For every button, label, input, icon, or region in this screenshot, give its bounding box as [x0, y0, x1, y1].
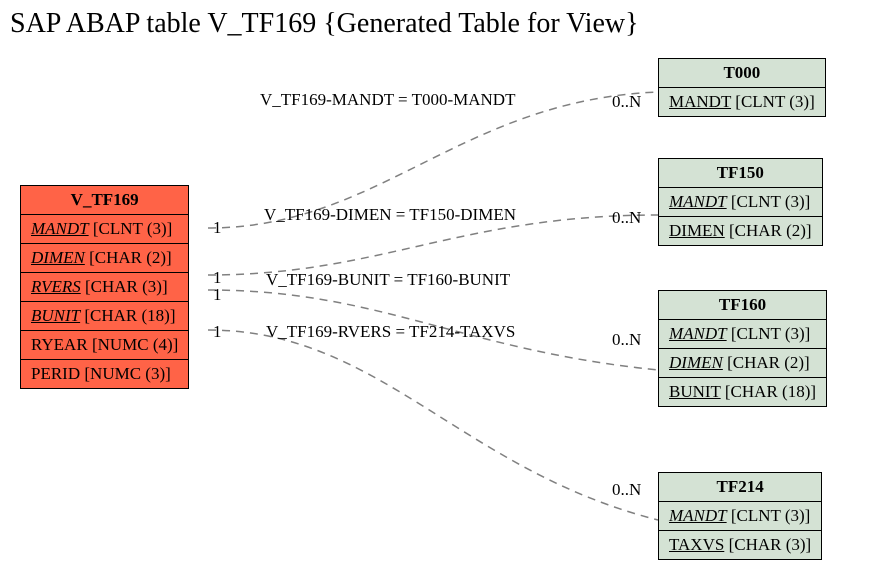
entity-tf160: TF160 MANDT [CLNT (3)] DIMEN [CHAR (2)] …	[658, 290, 827, 407]
entity-t000: T000 MANDT [CLNT (3)]	[658, 58, 826, 117]
cardinality-left: 1	[213, 285, 222, 305]
entity-header: TF150	[659, 159, 823, 188]
field: DIMEN [CHAR (2)]	[21, 244, 189, 273]
field: BUNIT [CHAR (18)]	[659, 378, 827, 407]
field: MANDT [CLNT (3)]	[659, 88, 826, 117]
entity-header: V_TF169	[21, 186, 189, 215]
relation-label: V_TF169-DIMEN = TF150-DIMEN	[264, 205, 516, 225]
field: RVERS [CHAR (3)]	[21, 273, 189, 302]
field: DIMEN [CHAR (2)]	[659, 349, 827, 378]
entity-header: TF214	[659, 473, 822, 502]
relation-label: V_TF169-BUNIT = TF160-BUNIT	[266, 270, 510, 290]
diagram-canvas: { "title": "SAP ABAP table V_TF169 {Gene…	[0, 0, 869, 583]
cardinality-right: 0..N	[612, 208, 641, 228]
entity-header: T000	[659, 59, 826, 88]
field: DIMEN [CHAR (2)]	[659, 217, 823, 246]
cardinality-left: 1	[213, 322, 222, 342]
cardinality-right: 0..N	[612, 330, 641, 350]
field: MANDT [CLNT (3)]	[21, 215, 189, 244]
field: MANDT [CLNT (3)]	[659, 320, 827, 349]
cardinality-right: 0..N	[612, 480, 641, 500]
entity-header: TF160	[659, 291, 827, 320]
relation-label: V_TF169-RVERS = TF214-TAXVS	[266, 322, 515, 342]
cardinality-right: 0..N	[612, 92, 641, 112]
field: PERID [NUMC (3)]	[21, 360, 189, 389]
page-title: SAP ABAP table V_TF169 {Generated Table …	[10, 8, 639, 40]
field: BUNIT [CHAR (18)]	[21, 302, 189, 331]
entity-v-tf169: V_TF169 MANDT [CLNT (3)] DIMEN [CHAR (2)…	[20, 185, 189, 389]
entity-tf214: TF214 MANDT [CLNT (3)] TAXVS [CHAR (3)]	[658, 472, 822, 560]
field: TAXVS [CHAR (3)]	[659, 531, 822, 560]
cardinality-left: 1	[213, 218, 222, 238]
field: MANDT [CLNT (3)]	[659, 502, 822, 531]
relation-label: V_TF169-MANDT = T000-MANDT	[260, 90, 515, 110]
field: RYEAR [NUMC (4)]	[21, 331, 189, 360]
field: MANDT [CLNT (3)]	[659, 188, 823, 217]
entity-tf150: TF150 MANDT [CLNT (3)] DIMEN [CHAR (2)]	[658, 158, 823, 246]
